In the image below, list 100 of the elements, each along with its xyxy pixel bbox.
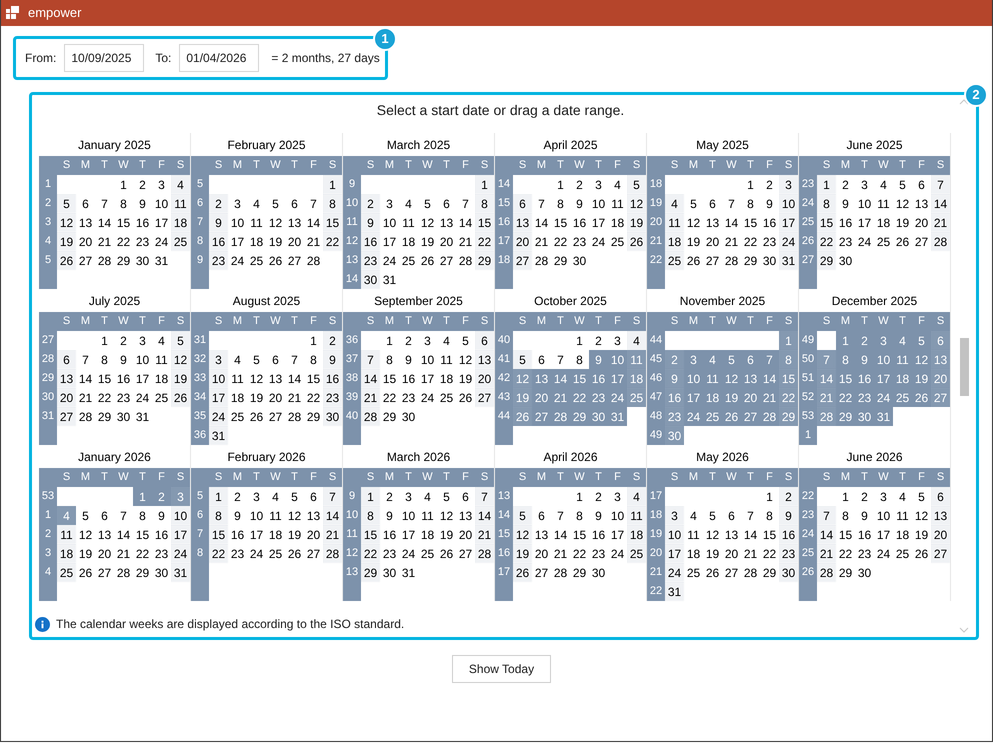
day-cell[interactable]: 13 [266,369,285,388]
day-cell[interactable]: 28 [76,407,95,426]
day-cell[interactable]: 29 [760,563,779,582]
day-cell[interactable]: 27 [304,544,323,563]
day-cell[interactable]: 4 [684,506,703,525]
day-cell[interactable]: 30 [114,407,133,426]
day-cell[interactable]: 8 [95,350,114,369]
day-cell[interactable]: 15 [380,369,399,388]
day-cell[interactable]: 15 [741,213,760,232]
day-cell[interactable]: 30 [589,563,608,582]
day-cell[interactable]: 5 [266,194,285,213]
day-cell[interactable]: 19 [247,388,266,407]
day-cell[interactable]: 3 [209,350,228,369]
day-cell[interactable]: 3 [665,506,684,525]
day-cell[interactable]: 19 [57,232,76,251]
day-cell[interactable]: 11 [874,194,893,213]
day-cell[interactable]: 28 [323,544,342,563]
day-cell[interactable]: 14 [475,506,494,525]
day-cell[interactable]: 18 [874,213,893,232]
day-cell[interactable]: 15 [817,213,836,232]
day-cell[interactable]: 19 [437,525,456,544]
day-cell[interactable]: 8 [817,194,836,213]
day-cell[interactable]: 11 [665,213,684,232]
day-cell[interactable]: 22 [570,544,589,563]
day-cell[interactable]: 5 [684,194,703,213]
day-cell[interactable]: 15 [836,525,855,544]
day-cell[interactable]: 25 [893,544,912,563]
day-cell[interactable]: 10 [399,506,418,525]
day-cell[interactable]: 16 [779,525,798,544]
day-cell[interactable]: 21 [532,232,551,251]
day-cell[interactable]: 26 [627,232,646,251]
day-cell[interactable]: 22 [323,232,342,251]
day-cell[interactable]: 22 [133,544,152,563]
day-cell[interactable]: 28 [817,563,836,582]
day-cell[interactable]: 10 [228,213,247,232]
day-cell[interactable]: 17 [608,525,627,544]
day-cell[interactable]: 7 [931,175,950,194]
day-cell[interactable]: 13 [57,369,76,388]
day-cell[interactable]: 20 [304,525,323,544]
day-cell[interactable]: 11 [608,194,627,213]
day-cell[interactable]: 23 [133,232,152,251]
day-cell[interactable]: 25 [228,407,247,426]
day-cell[interactable]: 6 [931,487,950,506]
scroll-up-icon[interactable] [959,99,969,105]
day-cell[interactable]: 24 [418,388,437,407]
day-cell[interactable]: 21 [361,388,380,407]
day-cell[interactable]: 2 [133,175,152,194]
day-cell[interactable]: 1 [836,487,855,506]
day-cell[interactable]: 10 [418,350,437,369]
day-cell[interactable]: 6 [722,506,741,525]
day-cell[interactable]: 19 [627,213,646,232]
day-cell[interactable]: 19 [76,544,95,563]
day-cell[interactable]: 31 [171,563,190,582]
day-cell[interactable]: 16 [323,369,342,388]
day-cell[interactable]: 22 [114,232,133,251]
day-cell[interactable]: 14 [722,213,741,232]
day-cell[interactable]: 23 [570,232,589,251]
day-cell[interactable]: 24 [247,544,266,563]
day-cell[interactable]: 31 [380,270,399,289]
day-cell[interactable]: 28 [114,563,133,582]
day-cell[interactable]: 3 [874,487,893,506]
show-today-button[interactable]: Show Today [452,655,551,683]
day-cell[interactable]: 8 [323,194,342,213]
day-cell[interactable]: 18 [152,369,171,388]
day-cell[interactable]: 23 [760,232,779,251]
day-cell[interactable]: 22 [361,544,380,563]
day-cell[interactable]: 28 [931,232,950,251]
day-cell[interactable]: 3 [779,175,798,194]
day-cell[interactable]: 15 [95,369,114,388]
day-cell[interactable]: 30 [855,563,874,582]
day-cell[interactable]: 18 [247,232,266,251]
day-cell[interactable]: 2 [380,487,399,506]
day-cell[interactable]: 4 [665,194,684,213]
day-cell[interactable]: 17 [152,213,171,232]
day-cell[interactable]: 19 [285,525,304,544]
day-cell[interactable]: 25 [266,544,285,563]
day-cell[interactable]: 4 [627,331,646,350]
day-cell[interactable]: 8 [570,350,589,369]
day-cell[interactable]: 18 [665,232,684,251]
day-cell[interactable]: 31 [152,251,171,270]
day-cell[interactable]: 12 [703,525,722,544]
day-cell[interactable]: 1 [551,175,570,194]
day-cell[interactable]: 22 [741,232,760,251]
to-date-field[interactable]: 01/04/2026 [179,44,260,72]
day-cell[interactable]: 9 [589,506,608,525]
day-cell[interactable]: 6 [437,194,456,213]
day-cell[interactable]: 12 [76,525,95,544]
day-cell[interactable]: 13 [912,194,931,213]
day-cell[interactable]: 11 [171,194,190,213]
day-cell[interactable]: 24 [133,388,152,407]
day-cell[interactable]: 9 [779,506,798,525]
day-cell[interactable]: 1 [323,175,342,194]
day-cell[interactable]: 26 [57,251,76,270]
day-cell[interactable]: 24 [665,563,684,582]
day-cell[interactable]: 17 [855,213,874,232]
day-cell[interactable]: 26 [437,544,456,563]
day-cell[interactable]: 3 [152,175,171,194]
day-cell[interactable]: 14 [931,194,950,213]
day-cell[interactable]: 1 [741,175,760,194]
day-cell[interactable]: 29 [114,251,133,270]
